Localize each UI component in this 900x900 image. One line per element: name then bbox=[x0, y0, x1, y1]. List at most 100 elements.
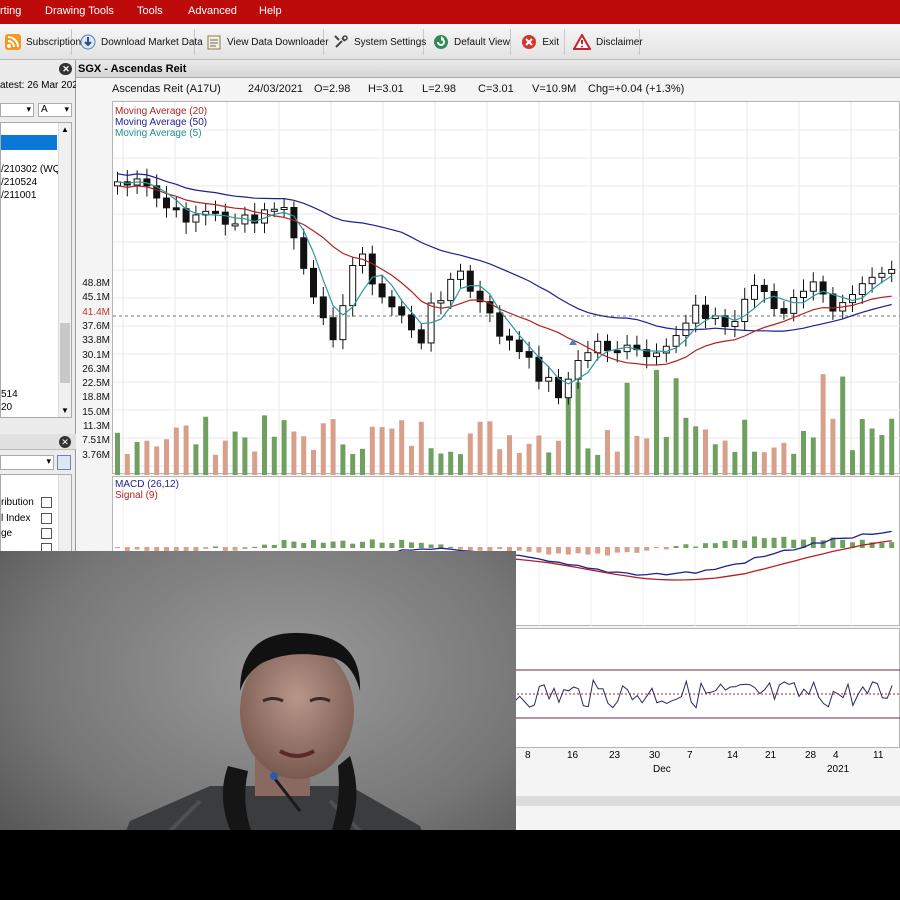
candle-body bbox=[378, 283, 386, 298]
scrollbar[interactable] bbox=[58, 475, 71, 553]
macd-histogram-bar bbox=[722, 540, 728, 548]
candle-body bbox=[868, 276, 876, 285]
macd-histogram-bar bbox=[281, 539, 287, 548]
download-market-data-button[interactable]: Download Market Data bbox=[75, 29, 203, 55]
candle-body bbox=[496, 312, 504, 337]
chevron-up-icon: ▲ bbox=[61, 125, 69, 134]
macd-histogram-bar bbox=[673, 546, 679, 548]
menu-drawing-tools[interactable]: Drawing Tools bbox=[45, 5, 114, 17]
close-icon[interactable]: ✕ bbox=[60, 63, 72, 75]
macd-histogram-bar bbox=[516, 547, 522, 551]
indicator-checkbox[interactable] bbox=[41, 513, 52, 524]
menu-charting[interactable]: rting bbox=[0, 5, 21, 17]
legend-macd: MACD (26,12) bbox=[115, 479, 179, 490]
indicator-checkbox[interactable] bbox=[41, 528, 52, 539]
indicator-item: ge bbox=[1, 528, 13, 539]
symbol-list: /210302 (WQ6 /210524 /211001 514 20 ▲ ▼ bbox=[0, 122, 72, 418]
system-settings-button[interactable]: System Settings bbox=[328, 29, 426, 55]
list-item[interactable]: /210524 bbox=[1, 177, 37, 188]
volume-bar bbox=[458, 454, 463, 475]
macd-histogram-bar bbox=[889, 542, 895, 548]
candle-body bbox=[702, 304, 709, 320]
macd-histogram-bar bbox=[311, 539, 316, 548]
view-data-downloader-button[interactable]: View Data Downloader bbox=[201, 29, 329, 55]
candle-body bbox=[398, 306, 406, 316]
macd-histogram-bar bbox=[771, 537, 777, 548]
volume-bar bbox=[115, 432, 120, 475]
date-tick-label: 21 bbox=[765, 750, 777, 761]
volume-axis-label: 7.51M bbox=[82, 435, 110, 447]
volume-bar bbox=[771, 447, 777, 475]
filter-dropdown[interactable]: ▾ bbox=[0, 103, 34, 117]
volume-bar bbox=[262, 415, 267, 475]
volume-bar bbox=[252, 451, 258, 475]
candle-body bbox=[858, 283, 866, 295]
macd-histogram-bar bbox=[399, 539, 405, 548]
scrollbar-thumb[interactable] bbox=[60, 323, 70, 383]
volume-bars bbox=[115, 369, 895, 475]
chart-window-title: SGX - Ascendas Reit bbox=[78, 63, 187, 75]
volume-bar bbox=[173, 427, 179, 475]
stock-name: Ascendas Reit (A17U) bbox=[112, 83, 221, 95]
volume-bar bbox=[497, 449, 503, 475]
legend-ma50: Moving Average (50) bbox=[115, 117, 207, 128]
volume-bar bbox=[428, 448, 434, 475]
exit-button[interactable]: Exit bbox=[515, 29, 565, 55]
volume-bar bbox=[311, 449, 316, 475]
indicator-dropdown[interactable]: ▾ bbox=[0, 455, 54, 470]
volume-bar bbox=[585, 448, 591, 475]
subscription-button[interactable]: Subscription bbox=[0, 29, 81, 55]
change-value: Chg=+0.04 (+1.3%) bbox=[588, 83, 685, 95]
volume-bar bbox=[291, 431, 297, 475]
volume-axis-label: 11.3M bbox=[82, 421, 110, 432]
scrollbar[interactable]: ▲ ▼ bbox=[58, 123, 71, 417]
price-pane[interactable]: Moving Average (20) Moving Average (50) … bbox=[112, 101, 900, 475]
candle-body bbox=[692, 304, 700, 324]
volume-bar bbox=[467, 433, 473, 475]
menu-advanced[interactable]: Advanced bbox=[188, 5, 237, 17]
close-icon[interactable]: ✕ bbox=[59, 436, 71, 448]
candle-body bbox=[555, 376, 562, 399]
list-item[interactable]: 514 bbox=[1, 389, 18, 400]
macd-histogram-bar bbox=[526, 547, 532, 552]
volume-bar bbox=[761, 452, 767, 475]
wrench-icon bbox=[333, 33, 349, 51]
macd-histogram-bar bbox=[742, 540, 748, 548]
default-view-button[interactable]: Default View bbox=[428, 29, 511, 55]
volume-value: V=10.9M bbox=[532, 83, 577, 95]
volume-axis-label: 22.5M bbox=[82, 378, 110, 390]
disclaimer-button[interactable]: Disclaimer bbox=[568, 29, 643, 55]
macd-histogram-bar bbox=[115, 547, 120, 548]
volume-bar bbox=[536, 435, 542, 475]
grid-icon[interactable] bbox=[57, 455, 71, 470]
volume-bar bbox=[614, 451, 620, 475]
candle-body bbox=[604, 340, 611, 352]
macd-histogram-bar bbox=[379, 542, 385, 548]
list-item-selected[interactable] bbox=[1, 135, 57, 150]
macd-histogram-bar bbox=[389, 542, 395, 548]
menu-bar: rting Drawing Tools Tools Advanced Help bbox=[0, 0, 900, 24]
chevron-down-icon: ▾ bbox=[26, 104, 31, 114]
list-item[interactable]: /210302 (WQ6 bbox=[1, 164, 66, 175]
candle-body bbox=[564, 378, 572, 399]
macd-histogram-bar bbox=[497, 547, 503, 550]
candle-body bbox=[515, 339, 523, 353]
menu-tools[interactable]: Tools bbox=[137, 5, 163, 17]
list-item[interactable]: 20 bbox=[1, 402, 12, 413]
volume-axis-label: 41.4M bbox=[82, 306, 110, 318]
candle-body bbox=[466, 270, 474, 292]
menu-help[interactable]: Help bbox=[259, 5, 282, 17]
volume-bar bbox=[516, 452, 522, 475]
bar-date: 24/03/2021 bbox=[248, 83, 304, 95]
volume-axis-label: 45.1M bbox=[82, 292, 110, 304]
candle-body bbox=[447, 278, 455, 302]
volume-bar bbox=[556, 440, 561, 475]
list-item[interactable]: /211001 bbox=[1, 190, 36, 201]
macd-histogram-bar bbox=[614, 547, 620, 553]
selector-dropdown[interactable]: A ▾ bbox=[38, 103, 72, 117]
macd-histogram-bar bbox=[781, 536, 787, 548]
indicator-checkbox[interactable] bbox=[41, 497, 52, 508]
date-tick-label: 8 bbox=[525, 750, 531, 761]
macd-histogram-bar bbox=[369, 539, 375, 548]
volume-bar bbox=[232, 431, 238, 475]
